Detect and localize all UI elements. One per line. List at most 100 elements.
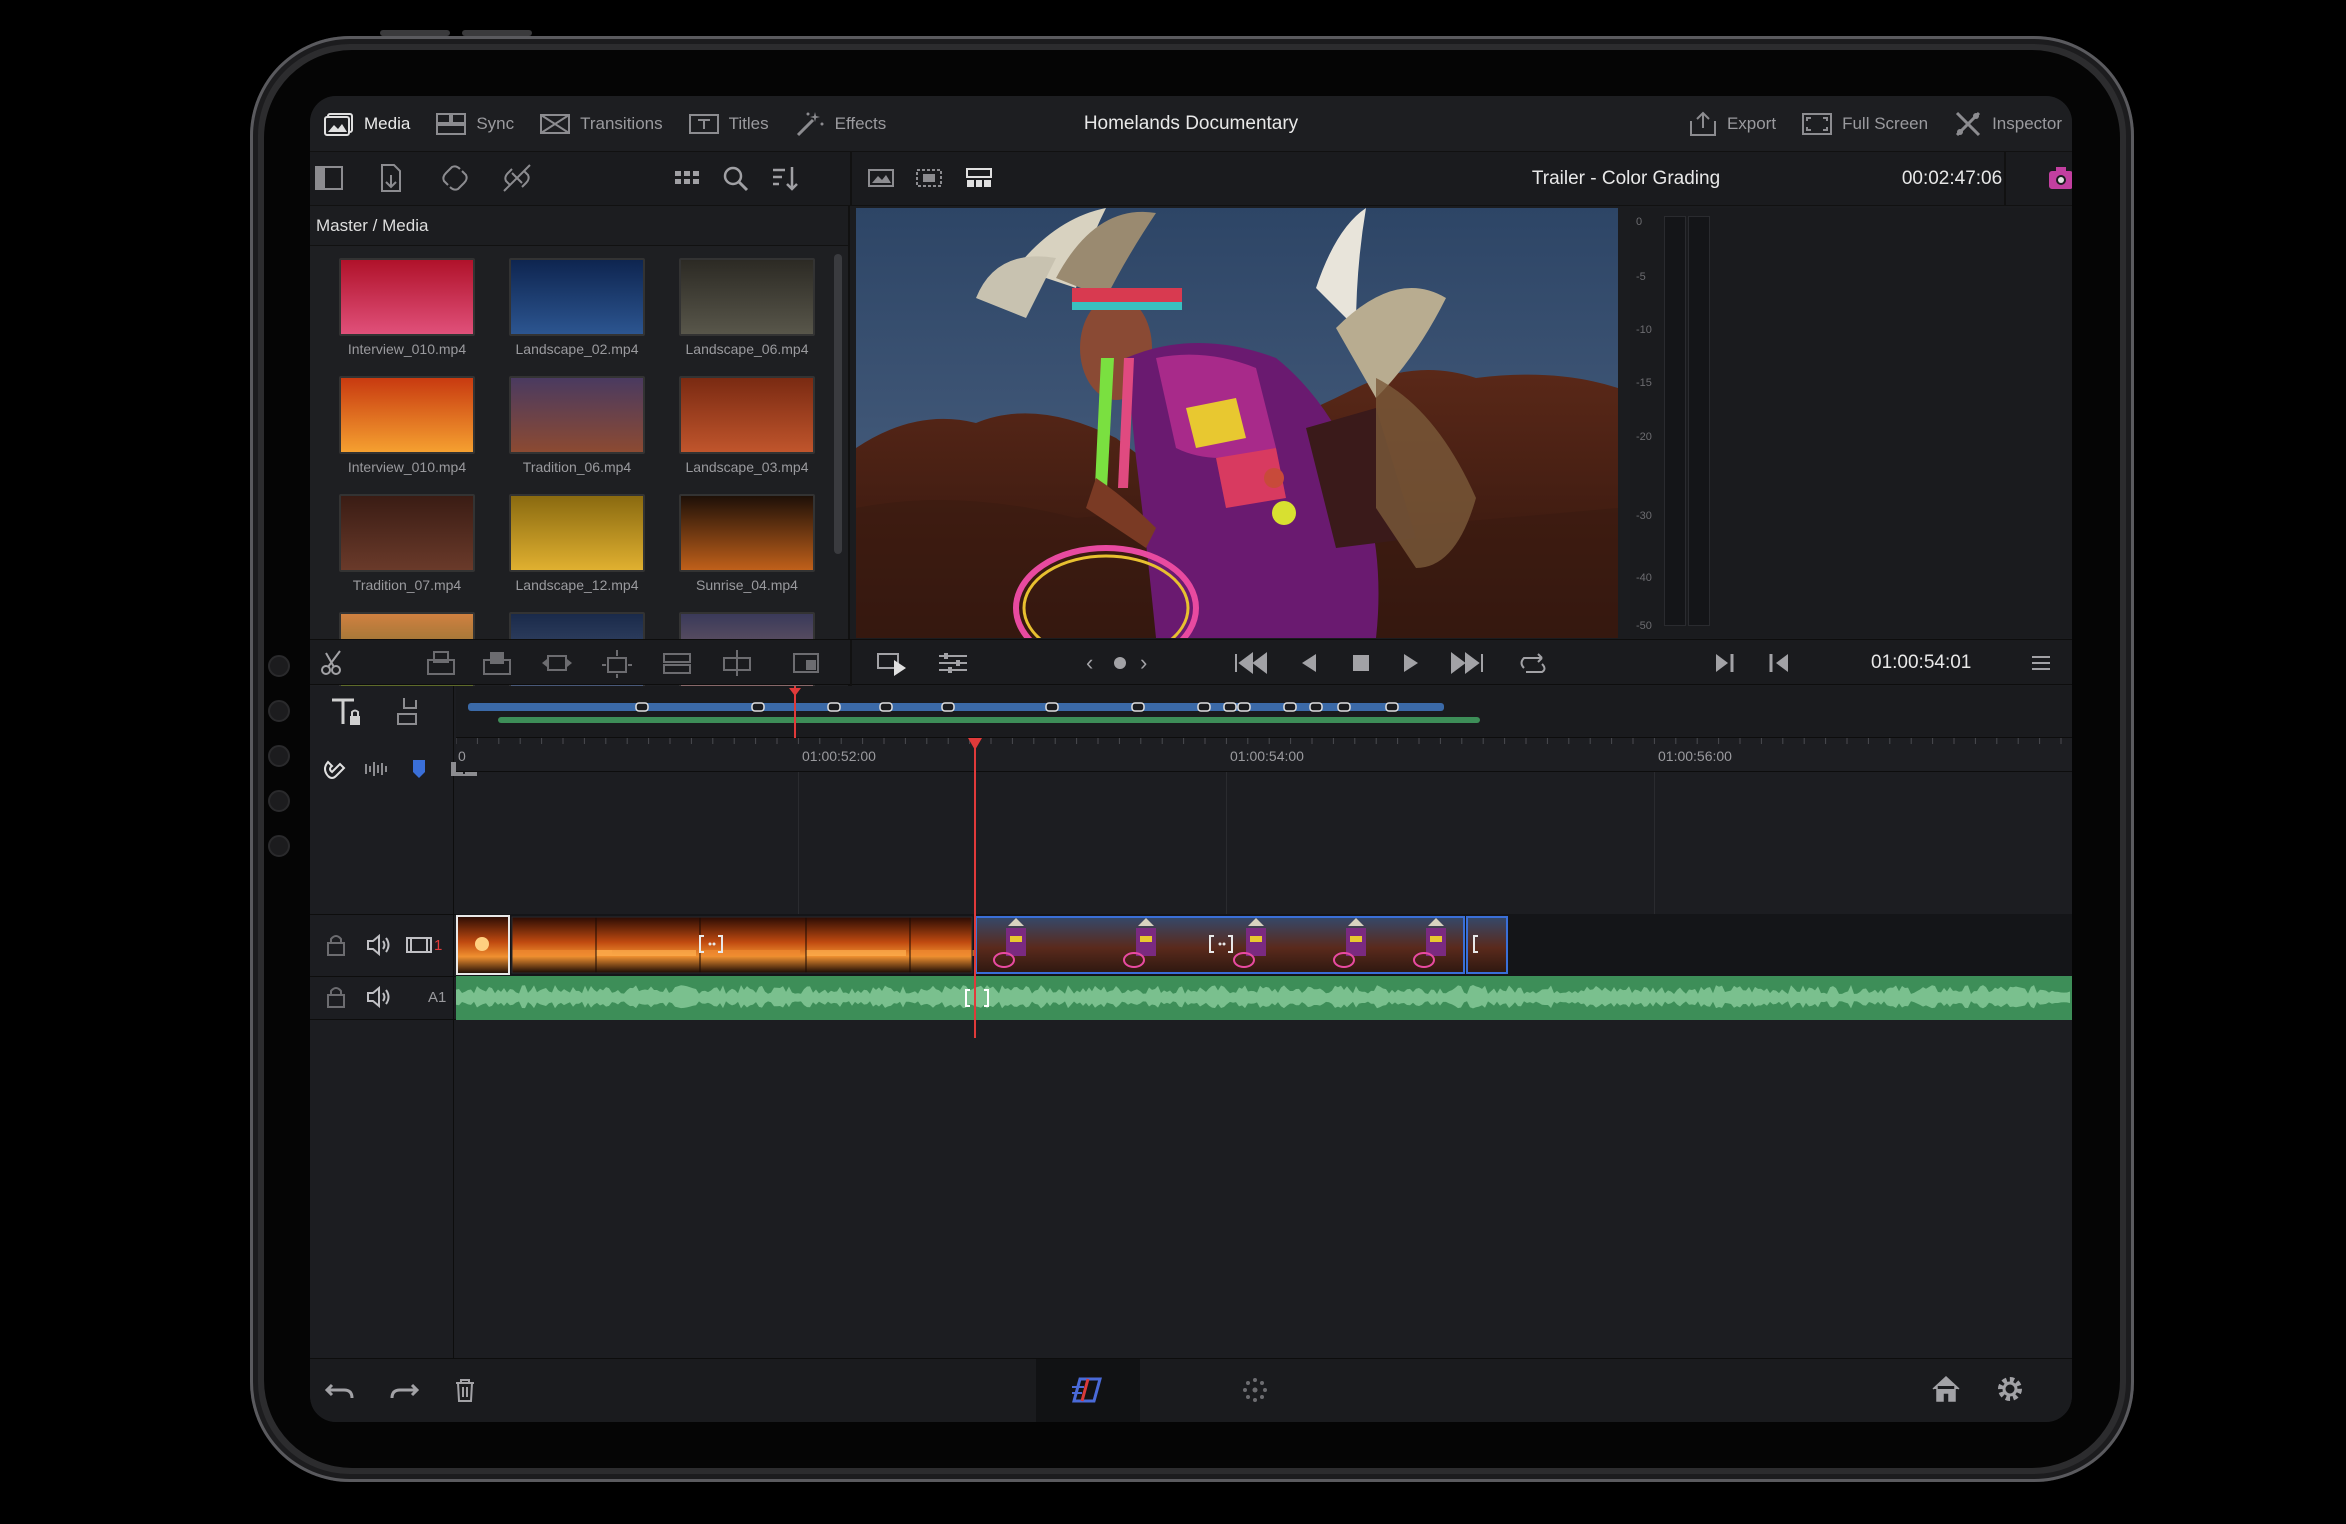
overview-marker[interactable]	[1283, 702, 1297, 712]
overview-marker[interactable]	[827, 702, 841, 712]
delete-icon[interactable]	[450, 1375, 482, 1407]
menu-fullscreen[interactable]: Full Screen	[1802, 112, 1928, 136]
settings-sliders-icon[interactable]	[936, 648, 970, 678]
media-clip[interactable]: Landscape_02.mp4	[492, 258, 662, 357]
timeline-name[interactable]: Trailer - Color Grading	[1532, 168, 1720, 190]
bottom-bar	[310, 1358, 2072, 1422]
overview-marker[interactable]	[941, 702, 955, 712]
track-link-tool-icon[interactable]	[390, 696, 422, 728]
overview-marker[interactable]	[1223, 702, 1237, 712]
video-viewer[interactable]	[856, 208, 1618, 638]
toggle-media-pool-icon[interactable]	[314, 163, 346, 195]
place-on-top-icon[interactable]	[660, 648, 694, 678]
loop-icon[interactable]	[1516, 648, 1550, 678]
lock-track-icon[interactable]	[322, 983, 354, 1015]
search-icon[interactable]	[720, 163, 752, 195]
media-clip[interactable]: Sunrise_04.mp4	[662, 494, 832, 593]
undo-icon[interactable]	[324, 1375, 356, 1407]
overview-marker[interactable]	[751, 702, 765, 712]
media-pool-breadcrumb[interactable]: Master / Media	[310, 206, 848, 246]
replace-clip-icon[interactable]	[540, 648, 574, 678]
grid-view-icon[interactable]	[672, 163, 704, 195]
overview-marker[interactable]	[1309, 702, 1323, 712]
clip-name: Landscape_12.mp4	[515, 577, 639, 593]
timeline-ruler[interactable]: 0 01:00:52:00 01:00:54:00 01:00:56:00	[456, 738, 2072, 772]
menu-sync-label: Sync	[476, 113, 515, 133]
video-track[interactable]	[456, 914, 2072, 976]
menu-sync[interactable]: Sync	[436, 112, 514, 136]
media-clip[interactable]: Tradition_07.mp4	[322, 494, 492, 593]
clip-thumbnail	[509, 494, 645, 572]
razor-icon[interactable]	[318, 648, 348, 678]
menu-titles[interactable]: Titles	[688, 112, 769, 136]
color-page-icon[interactable]	[1240, 1375, 1272, 1407]
snapping-icon[interactable]	[320, 754, 352, 786]
media-clip[interactable]: Interview_010.mp4	[322, 376, 492, 475]
media-clip[interactable]: Landscape_12.mp4	[492, 494, 662, 593]
redo-icon[interactable]	[388, 1375, 420, 1407]
overview-marker[interactable]	[1385, 702, 1399, 712]
next-clip-chevron-icon[interactable]: ›	[1140, 648, 1147, 678]
clip-name: Sunrise_04.mp4	[696, 577, 798, 593]
append-icon[interactable]	[790, 648, 824, 678]
overview-marker[interactable]	[1197, 702, 1211, 712]
clip-thumbnail	[509, 258, 645, 336]
play-icon[interactable]	[1398, 648, 1424, 678]
lock-track-icon[interactable]	[322, 931, 354, 963]
sort-icon[interactable]	[770, 163, 802, 195]
menu-effects-label: Effects	[834, 113, 887, 133]
settings-gear-icon[interactable]	[1994, 1373, 2026, 1405]
unlink-icon[interactable]	[502, 163, 534, 195]
jog-dot-icon[interactable]	[1112, 648, 1128, 678]
audio-waveform-icon[interactable]	[362, 754, 394, 786]
overview-marker[interactable]	[635, 702, 649, 712]
track-video-icon[interactable]	[404, 931, 436, 963]
timeline-options-menu-icon[interactable]	[2028, 648, 2054, 678]
viewer-header-divider	[2004, 152, 2006, 206]
media-pool-scrollbar[interactable]	[834, 254, 842, 554]
menu-transitions[interactable]: Transitions	[540, 112, 663, 136]
overview-marker[interactable]	[1045, 702, 1059, 712]
lock-track-tool-icon[interactable]	[330, 696, 362, 728]
flag-marker-icon[interactable]	[404, 754, 436, 786]
fit-to-fill-icon[interactable]	[600, 648, 634, 678]
media-clip[interactable]: Tradition_06.mp4	[492, 376, 662, 475]
camera-icon[interactable]	[2046, 162, 2072, 194]
play-reverse-icon[interactable]	[1296, 648, 1322, 678]
home-icon[interactable]	[1930, 1373, 1962, 1405]
media-clip[interactable]: Interview_010.mp4	[322, 258, 492, 357]
overview-marker[interactable]	[1337, 702, 1351, 712]
play-options-icon[interactable]	[876, 648, 910, 678]
ripple-overwrite-icon[interactable]	[720, 648, 754, 678]
overview-marker[interactable]	[1131, 702, 1145, 712]
timeline-panel: 1 A1 0 01:00:52:00 01:00:54:00 01:00:56:…	[310, 686, 2072, 1358]
relink-icon[interactable]	[440, 163, 472, 195]
go-to-start-icon[interactable]	[1232, 648, 1268, 678]
go-to-end-icon[interactable]	[1450, 648, 1486, 678]
menu-export[interactable]: Export	[1689, 111, 1776, 137]
stop-icon[interactable]	[1348, 648, 1374, 678]
import-media-icon[interactable]	[376, 163, 408, 195]
media-clip[interactable]: Landscape_06.mp4	[662, 258, 832, 357]
overview-marker[interactable]	[879, 702, 893, 712]
timeline-overview[interactable]	[456, 686, 2072, 738]
track-audio-icon[interactable]	[364, 931, 396, 963]
timeline-track-headers: 1 A1	[310, 686, 477, 1358]
playhead[interactable]	[974, 738, 976, 1038]
previous-clip-chevron-icon[interactable]: ‹	[1086, 648, 1093, 678]
media-clip[interactable]: Landscape_03.mp4	[662, 376, 832, 475]
playhead-handle[interactable]	[968, 738, 982, 750]
menu-media[interactable]: Media	[324, 112, 410, 136]
mark-out-icon[interactable]	[1766, 648, 1792, 678]
track-audio-icon[interactable]	[364, 983, 396, 1015]
overview-marker[interactable]	[1237, 702, 1251, 712]
timeline-empty-area[interactable]	[456, 772, 2072, 914]
menu-inspector[interactable]: Inspector	[1954, 110, 2062, 138]
overwrite-clip-icon[interactable]	[480, 648, 514, 678]
clip-name: Landscape_02.mp4	[515, 341, 639, 357]
mark-in-icon[interactable]	[1712, 648, 1738, 678]
insert-clip-icon[interactable]	[424, 648, 458, 678]
menu-effects[interactable]: Effects	[795, 111, 887, 137]
audio-track[interactable]	[456, 976, 2072, 1020]
cut-page-tab[interactable]	[1036, 1359, 1140, 1422]
